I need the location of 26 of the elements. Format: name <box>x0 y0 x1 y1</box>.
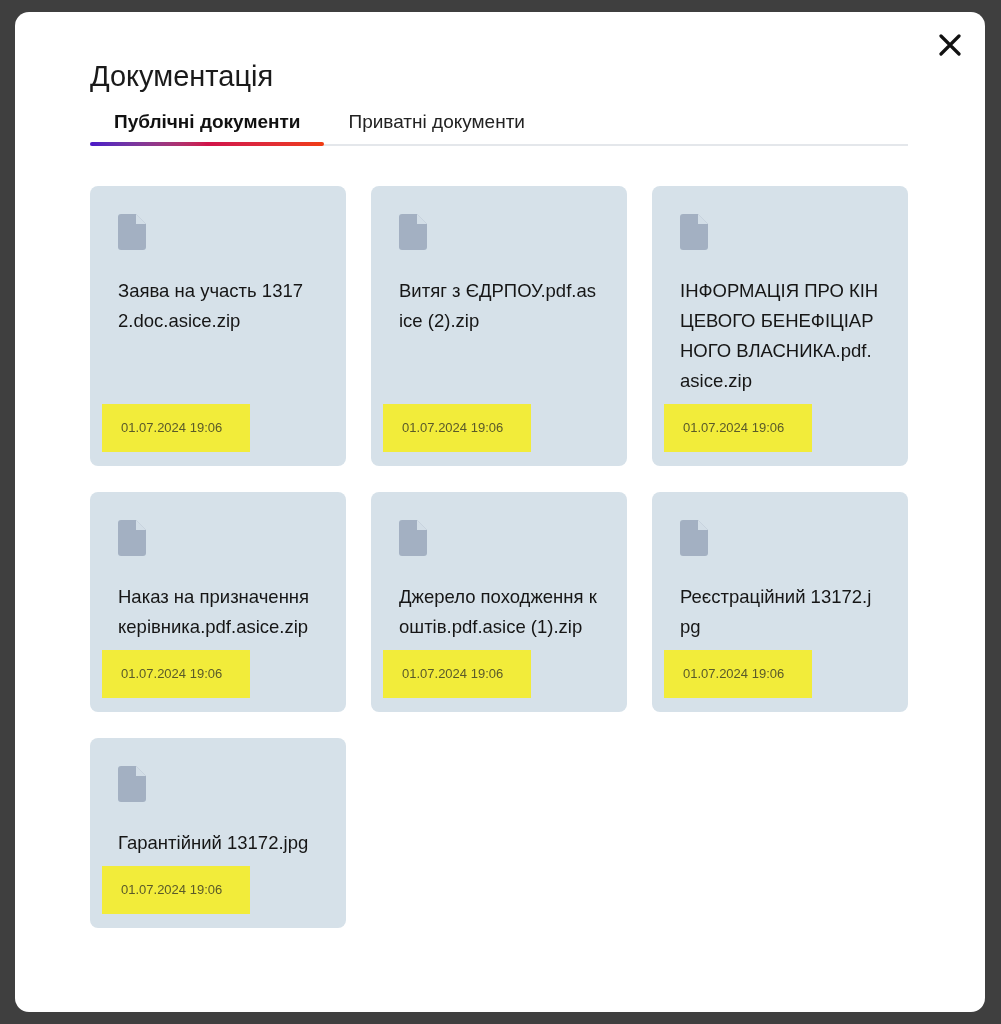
file-icon <box>399 214 427 250</box>
file-icon <box>680 520 708 556</box>
file-icon <box>680 214 708 250</box>
document-name: Наказ на призначення керівника.pdf.asice.zip <box>118 585 311 639</box>
document-card[interactable]: Заява на участь 13172.doc.asice.zip 01.07.2024 19:06 <box>90 186 346 466</box>
file-icon <box>118 520 146 556</box>
document-card[interactable]: Наказ на призначення керівника.pdf.asice.zip 01.07.2024 19:06 <box>90 492 346 712</box>
document-card[interactable]: ІНФОРМАЦІЯ ПРО КІНЦЕВОГО БЕНЕФІЦІАРНОГО ВЛАСНИКА.pdf.asice.zip 01.07.2024 19:06 <box>652 186 908 466</box>
document-card[interactable]: Реєстраційний 13172.jpg 01.07.2024 19:06 <box>652 492 908 712</box>
close-icon <box>939 34 961 56</box>
document-name: Гарантійний 13172.jpg <box>118 831 310 855</box>
file-icon <box>118 766 146 802</box>
document-name: Реєстраційний 13172.jpg <box>680 585 873 639</box>
document-card[interactable]: Витяг з ЄДРПОУ.pdf.asice (2).zip 01.07.2024 19:06 <box>371 186 627 466</box>
document-name: ІНФОРМАЦІЯ ПРО КІНЦЕВОГО БЕНЕФІЦІАРНОГО ВЛАСНИКА.pdf.asice.zip <box>680 279 880 393</box>
document-name: Заява на участь 13172.doc.asice.zip <box>118 279 304 333</box>
document-card[interactable]: Гарантійний 13172.jpg 01.07.2024 19:06 <box>90 738 346 928</box>
file-icon <box>399 520 427 556</box>
file-icon <box>118 214 146 250</box>
document-card[interactable]: Джерело походження коштів.pdf.asice (1).zip 01.07.2024 19:06 <box>371 492 627 712</box>
tab[interactable]: Публічні документи <box>90 110 325 146</box>
document-name: Витяг з ЄДРПОУ.pdf.asice (2).zip <box>399 279 597 333</box>
dialog-title: Документація <box>90 59 274 94</box>
close-button[interactable] <box>937 32 963 58</box>
tab[interactable]: Приватні документи <box>324 110 549 146</box>
document-name: Джерело походження коштів.pdf.asice (1).zip <box>399 585 598 639</box>
